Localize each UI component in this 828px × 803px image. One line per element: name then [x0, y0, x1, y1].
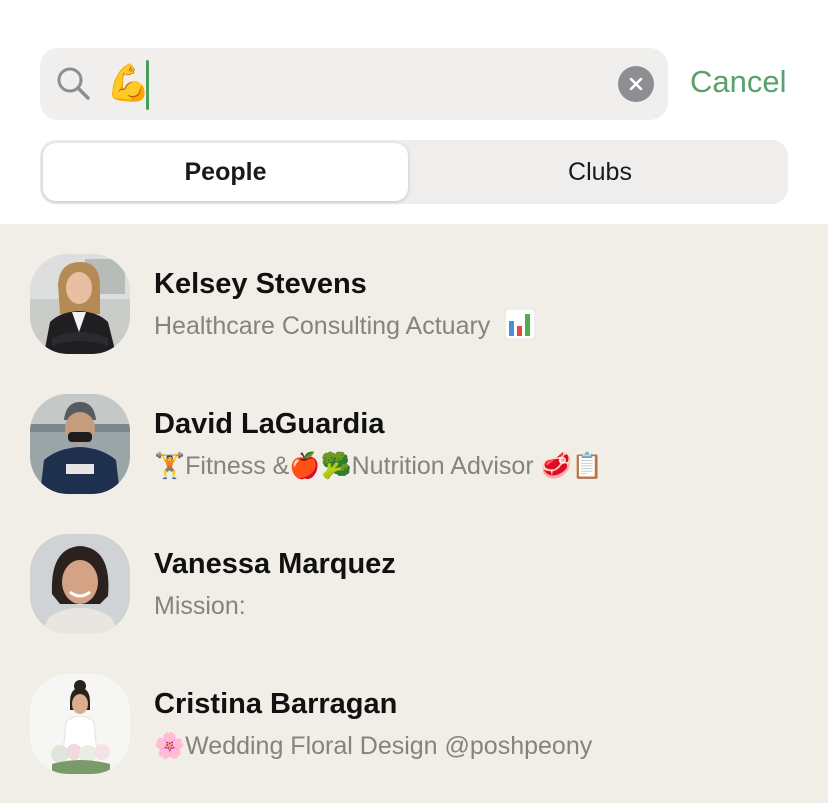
weightlifter-emoji: 🏋 [154, 451, 186, 480]
bio-text: Wedding Floral Design @poshpeony [185, 732, 593, 760]
avatar [30, 254, 130, 354]
clear-search-button[interactable] [618, 66, 654, 102]
search-input[interactable]: 💪 [106, 62, 151, 106]
person-bio: 🌸Wedding Floral Design @poshpeony [154, 728, 592, 764]
search-icon [57, 67, 90, 100]
steak-emoji: 🥩 [540, 451, 572, 480]
tab-clubs[interactable]: Clubs [415, 140, 785, 204]
person-name: Cristina Barragan [154, 688, 398, 720]
close-icon [629, 77, 643, 91]
person-name: Kelsey Stevens [154, 268, 367, 300]
person-bio: Mission: [154, 592, 246, 620]
list-item[interactable]: Vanessa Marquez Mission: [0, 504, 828, 644]
avatar [30, 534, 130, 634]
list-item[interactable]: Cristina Barragan 🌸Wedding Floral Design… [0, 644, 828, 784]
apple-emoji: 🍎 [289, 451, 321, 480]
list-item[interactable]: David LaGuardia 🏋Fitness &🍎🥦Nutrition Ad… [0, 364, 828, 504]
tab-people[interactable]: People [43, 140, 408, 204]
person-name: David LaGuardia [154, 408, 385, 440]
avatar [30, 674, 130, 774]
bio-text: Fitness & [185, 452, 290, 480]
avatar [30, 394, 130, 494]
bio-text: Nutrition Advisor [351, 452, 541, 480]
bar-chart-icon [505, 309, 536, 339]
person-bio: Healthcare Consulting Actuary [154, 308, 536, 344]
person-name: Vanessa Marquez [154, 548, 396, 580]
cancel-button[interactable]: Cancel [690, 60, 787, 104]
bio-text: Healthcare Consulting Actuary [154, 312, 491, 340]
search-header: 💪 Cancel People Clubs [0, 0, 828, 224]
people-results-list: Kelsey Stevens Healthcare Consulting Act… [0, 224, 828, 803]
list-item[interactable]: Kelsey Stevens Healthcare Consulting Act… [0, 224, 828, 364]
clipboard-emoji: 📋 [571, 451, 603, 480]
person-bio: 🏋Fitness &🍎🥦Nutrition Advisor 🥩📋 [154, 448, 603, 484]
segmented-control: People Clubs [40, 140, 788, 204]
search-bar[interactable]: 💪 [40, 48, 668, 120]
cherry-blossom-emoji: 🌸 [154, 731, 186, 760]
text-cursor [146, 60, 149, 110]
broccoli-emoji: 🥦 [320, 451, 352, 480]
